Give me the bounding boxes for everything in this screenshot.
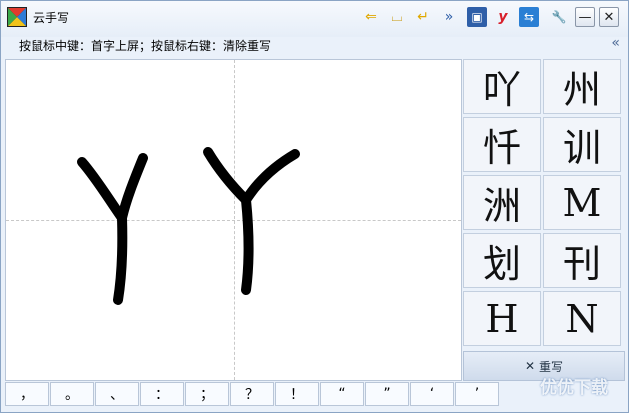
ink-stroke [113, 153, 148, 305]
usage-hint: 按鼠标中键：首字上屏；按鼠标右键：清除重写 [19, 39, 272, 53]
punctuation-key[interactable]: ” [365, 382, 409, 406]
more-icon[interactable]: » [439, 7, 459, 27]
writing-canvas[interactable] [5, 59, 462, 381]
punctuation-key[interactable]: 、 [95, 382, 139, 406]
enter-icon[interactable]: ↵ [413, 7, 433, 27]
candidate-2[interactable]: 州 [543, 59, 621, 114]
punctuation-key[interactable]: ‘ [410, 382, 454, 406]
ink-stroke [77, 157, 127, 223]
pin-icon[interactable]: ▣ [467, 7, 487, 27]
candidate-3[interactable]: 忏 [463, 117, 541, 172]
candidate-5[interactable]: 洲 [463, 175, 541, 230]
back-arrow-icon[interactable]: ⇐ [361, 7, 381, 27]
punctuation-key[interactable]: 。 [50, 382, 94, 406]
ink-strokes [77, 147, 300, 305]
ink-stroke [241, 149, 300, 295]
candidate-7[interactable]: 划 [463, 233, 541, 288]
candidate-4[interactable]: 训 [543, 117, 621, 172]
minimize-button[interactable]: — [575, 7, 595, 27]
swap-icon[interactable]: ⇆ [519, 7, 539, 27]
app-logo-icon [7, 7, 27, 27]
rewrite-label: 重写 [539, 359, 564, 374]
candidate-1[interactable]: 吖 [463, 59, 541, 114]
collapse-icon[interactable]: « [611, 35, 620, 51]
window-title: 云手写 [33, 11, 70, 25]
punctuation-key[interactable]: ’ [455, 382, 499, 406]
title-bar[interactable]: 云手写 ⇐ ⌴ ↵ » ▣ y ⇆ 🔧 — ✕ [1, 1, 628, 37]
ink-stroke [203, 147, 251, 205]
candidate-6[interactable]: M [543, 175, 621, 230]
space-icon[interactable]: ⌴ [387, 7, 407, 27]
y-icon[interactable]: y [493, 7, 513, 27]
candidate-panel: 吖 州 忏 训 洲 M 划 刊 H N [463, 59, 625, 349]
close-button[interactable]: ✕ [599, 7, 619, 27]
settings-icon[interactable]: 🔧 [549, 7, 569, 27]
candidate-10[interactable]: N [543, 291, 621, 346]
candidate-9[interactable]: H [463, 291, 541, 346]
punctuation-key[interactable]: “ [320, 382, 364, 406]
watermark: 优优下载 [540, 378, 608, 398]
candidate-8[interactable]: 刊 [543, 233, 621, 288]
punctuation-key[interactable]: ！ [275, 382, 319, 406]
punctuation-key[interactable]: ： [140, 382, 184, 406]
punctuation-key[interactable]: ； [185, 382, 229, 406]
punctuation-key[interactable]: ？ [230, 382, 274, 406]
punctuation-bar: ， 。 、 ： ； ？ ！ “ ” ‘ ’ [5, 382, 625, 408]
clear-icon: ✕ [524, 359, 536, 373]
handwriting-window: 云手写 ⇐ ⌴ ↵ » ▣ y ⇆ 🔧 — ✕ 按鼠标中键：首字上屏；按鼠标右键… [0, 0, 629, 413]
punctuation-key[interactable]: ， [5, 382, 49, 406]
